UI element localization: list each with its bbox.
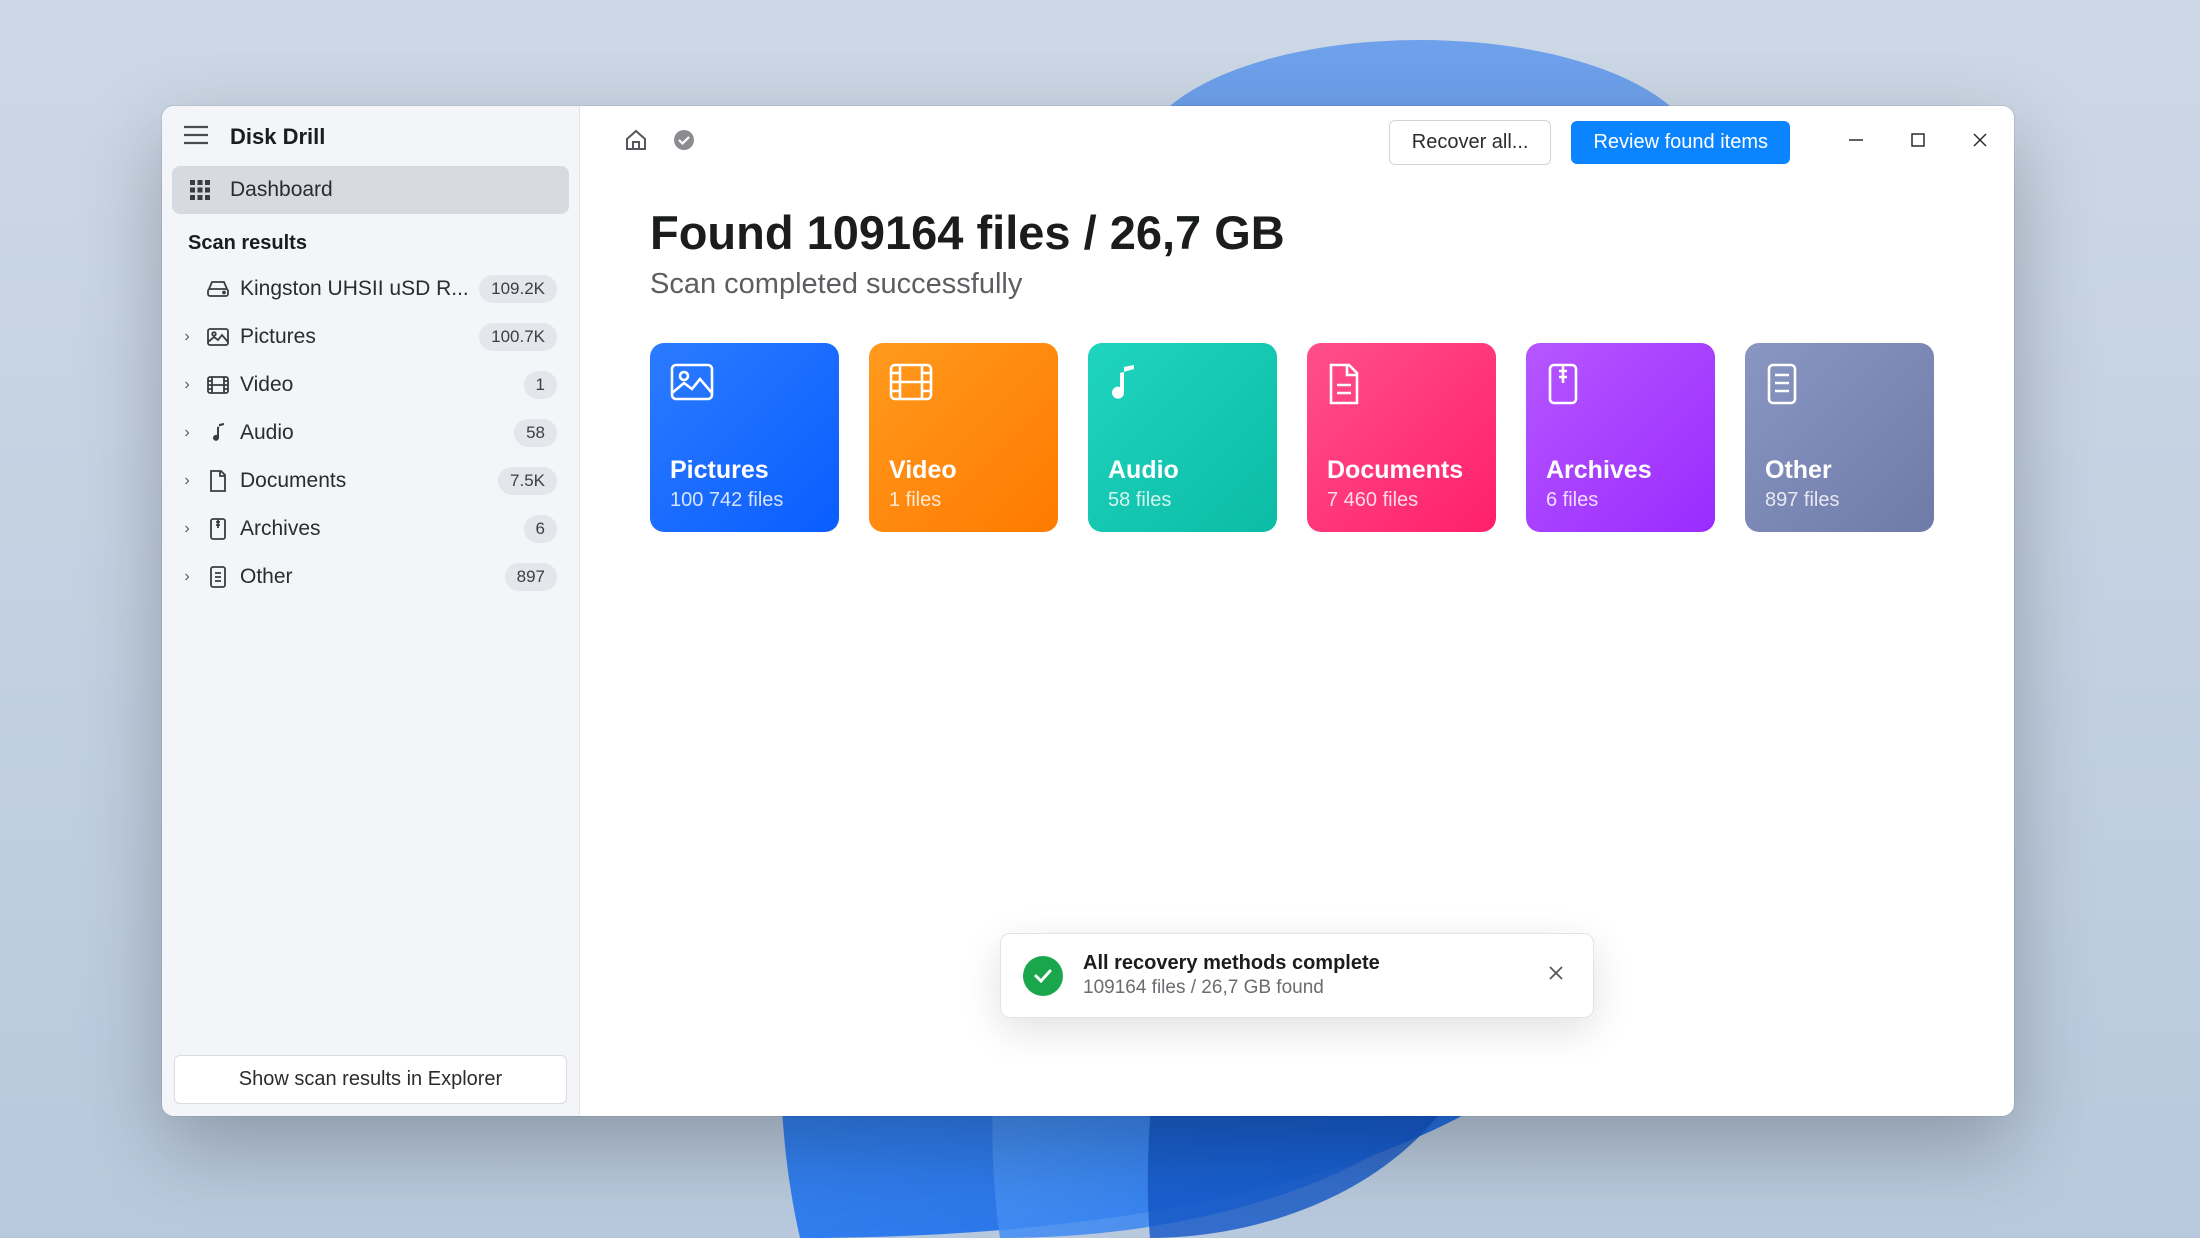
card-title: Video [889, 456, 1038, 485]
count-badge: 7.5K [498, 467, 557, 495]
image-icon [206, 328, 230, 346]
tree-documents[interactable]: › Documents 7.5K [172, 457, 569, 505]
tree-drive[interactable]: › Kingston UHSII uSD R... 109.2K [172, 265, 569, 313]
chevron-icon[interactable]: › [178, 424, 196, 442]
nav-dashboard-label: Dashboard [230, 178, 333, 202]
toast-title: All recovery methods complete [1083, 952, 1521, 975]
tree-audio[interactable]: › Audio 58 [172, 409, 569, 457]
tree-label: Audio [240, 421, 504, 445]
film-icon [889, 363, 1038, 411]
card-title: Audio [1108, 456, 1257, 485]
tree-label: Other [240, 565, 495, 589]
archive-icon [1546, 363, 1695, 411]
minimize-button[interactable] [1840, 126, 1872, 159]
chevron-icon[interactable]: › [178, 376, 196, 394]
music-icon [206, 422, 230, 444]
review-found-items-button[interactable]: Review found items [1571, 121, 1790, 164]
tree-label: Archives [240, 517, 514, 541]
count-badge: 58 [514, 419, 557, 447]
card-sub: 1 files [889, 489, 1038, 512]
category-cards: Pictures 100 742 files Video 1 files Aud… [650, 343, 1944, 532]
image-icon [670, 363, 819, 411]
show-in-explorer-button[interactable]: Show scan results in Explorer [174, 1055, 567, 1104]
count-badge: 100.7K [479, 323, 557, 351]
tree-drive-label: Kingston UHSII uSD R... [240, 277, 469, 301]
recover-all-button[interactable]: Recover all... [1389, 120, 1552, 165]
chevron-icon[interactable]: › [178, 328, 196, 346]
sidebar-header: Disk Drill [162, 106, 579, 166]
document-icon [1327, 363, 1476, 411]
card-title: Pictures [670, 456, 819, 485]
maximize-button[interactable] [1902, 126, 1934, 159]
card-title: Archives [1546, 456, 1695, 485]
count-badge: 897 [505, 563, 557, 591]
tree: › Kingston UHSII uSD R... 109.2K › Pictu… [162, 265, 579, 601]
tree-video[interactable]: › Video 1 [172, 361, 569, 409]
tree-pictures[interactable]: › Pictures 100.7K [172, 313, 569, 361]
count-badge: 1 [524, 371, 557, 399]
status-check-icon[interactable] [672, 128, 696, 157]
tree-label: Video [240, 373, 514, 397]
card-other[interactable]: Other 897 files [1745, 343, 1934, 532]
menu-icon[interactable] [184, 125, 208, 150]
window-controls [1840, 126, 1996, 159]
toast-close-button[interactable] [1541, 958, 1571, 993]
card-sub: 58 files [1108, 489, 1257, 512]
card-documents[interactable]: Documents 7 460 files [1307, 343, 1496, 532]
app-title: Disk Drill [230, 124, 325, 150]
section-scan-results: Scan results [162, 214, 579, 265]
toolbar: Recover all... Review found items [580, 106, 2014, 175]
app-window: Disk Drill Dashboard Scan results › King… [162, 106, 2014, 1116]
chevron-icon[interactable]: › [178, 472, 196, 490]
tree-archives[interactable]: › Archives 6 [172, 505, 569, 553]
archive-icon [206, 518, 230, 540]
nav: Dashboard [162, 166, 579, 214]
nav-dashboard[interactable]: Dashboard [172, 166, 569, 214]
music-icon [1108, 363, 1257, 411]
subheadline: Scan completed successfully [650, 268, 1944, 301]
card-video[interactable]: Video 1 files [869, 343, 1058, 532]
close-button[interactable] [1964, 126, 1996, 159]
home-icon[interactable] [624, 128, 648, 157]
card-sub: 897 files [1765, 489, 1914, 512]
card-sub: 7 460 files [1327, 489, 1476, 512]
card-sub: 6 files [1546, 489, 1695, 512]
chevron-icon[interactable]: › [178, 568, 196, 586]
card-archives[interactable]: Archives 6 files [1526, 343, 1715, 532]
main-pane: Recover all... Review found items Found … [580, 106, 2014, 1116]
file-icon [1765, 363, 1914, 411]
toast-sub: 109164 files / 26,7 GB found [1083, 977, 1521, 999]
document-icon [206, 470, 230, 492]
tree-label: Pictures [240, 325, 469, 349]
headline: Found 109164 files / 26,7 GB [650, 205, 1944, 260]
count-badge: 109.2K [479, 275, 557, 303]
content: Found 109164 files / 26,7 GB Scan comple… [580, 175, 2014, 1116]
count-badge: 6 [524, 515, 557, 543]
tree-other[interactable]: › Other 897 [172, 553, 569, 601]
chevron-icon[interactable]: › [178, 520, 196, 538]
sidebar-footer: Show scan results in Explorer [162, 1043, 579, 1116]
drive-icon [206, 280, 230, 298]
card-sub: 100 742 files [670, 489, 819, 512]
tree-label: Documents [240, 469, 488, 493]
card-title: Documents [1327, 456, 1476, 485]
sidebar: Disk Drill Dashboard Scan results › King… [162, 106, 580, 1116]
file-icon [206, 566, 230, 588]
completion-toast: All recovery methods complete 109164 fil… [1000, 933, 1594, 1018]
card-audio[interactable]: Audio 58 files [1088, 343, 1277, 532]
card-title: Other [1765, 456, 1914, 485]
film-icon [206, 376, 230, 394]
check-circle-icon [1023, 956, 1063, 996]
grid-icon [188, 180, 212, 200]
card-pictures[interactable]: Pictures 100 742 files [650, 343, 839, 532]
